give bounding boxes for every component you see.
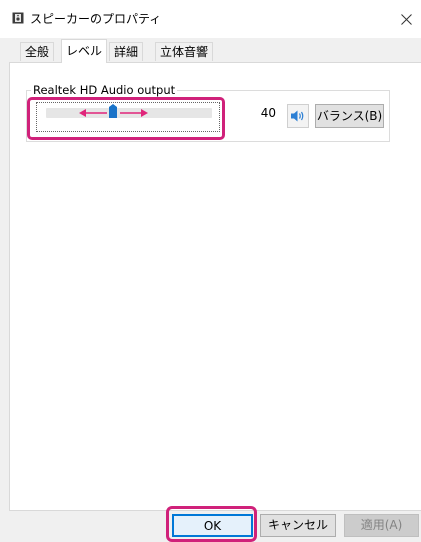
apply-button[interactable]: 適用(A) — [344, 514, 419, 537]
close-icon — [400, 13, 412, 25]
device-label: Realtek HD Audio output — [31, 83, 178, 97]
speaker-icon — [12, 12, 24, 24]
cancel-button[interactable]: キャンセル — [260, 514, 336, 537]
tab-general[interactable]: 全般 — [20, 42, 55, 61]
window-title: スピーカーのプロパティ — [30, 12, 162, 26]
balance-button[interactable]: バランス(B) — [315, 104, 384, 128]
tab-spatial-sound[interactable]: 立体音響 — [155, 42, 214, 61]
speaker-volume-icon — [291, 110, 304, 122]
close-button[interactable] — [391, 0, 421, 38]
tab-levels[interactable]: レベル — [61, 39, 108, 63]
ok-highlight — [166, 506, 257, 542]
volume-value: 40 — [260, 106, 276, 120]
slider-highlight — [27, 97, 225, 140]
title-bar: スピーカーのプロパティ — [0, 0, 421, 38]
mute-button[interactable] — [287, 104, 309, 128]
tab-advanced[interactable]: 詳細 — [109, 42, 144, 61]
